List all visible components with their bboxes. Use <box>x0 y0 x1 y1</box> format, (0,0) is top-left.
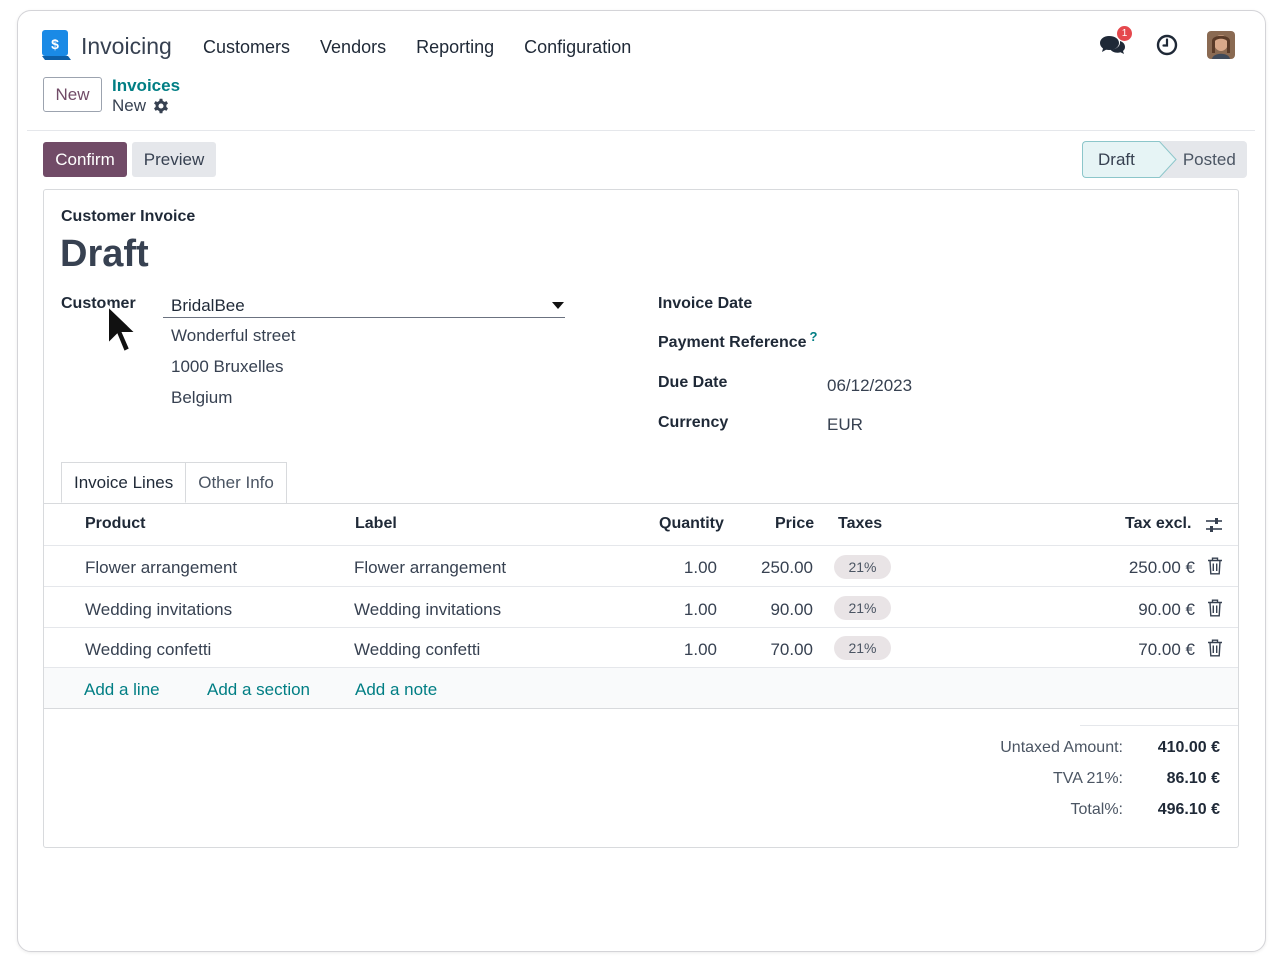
row-product[interactable]: Wedding invitations <box>85 600 232 620</box>
column-settings-icon[interactable] <box>1204 515 1224 535</box>
document-type: Customer Invoice <box>61 208 196 225</box>
chevron-down-icon[interactable] <box>552 302 564 309</box>
row-price[interactable]: 90.00 <box>770 600 813 620</box>
totals-divider <box>1080 725 1238 726</box>
row-subtotal: 250.00 € <box>1128 558 1195 577</box>
status-posted[interactable]: Posted <box>1176 141 1247 178</box>
trash-icon[interactable] <box>1207 557 1223 575</box>
breadcrumb-current-label: New <box>112 96 147 115</box>
tax-badge[interactable]: 21% <box>834 636 891 660</box>
column-product[interactable]: Product <box>85 515 145 533</box>
trash-icon[interactable] <box>1207 639 1223 657</box>
menu-customers[interactable]: Customers <box>203 37 290 58</box>
row-divider <box>44 545 1238 546</box>
tax-amount-label: TVA 21%: <box>1053 770 1123 787</box>
address-line-1: Wonderful street <box>171 326 296 345</box>
row-quantity[interactable]: 1.00 <box>684 640 717 660</box>
row-subtotal: 90.00 € <box>1138 600 1195 619</box>
customer-select[interactable]: BridalBee <box>163 294 565 318</box>
user-avatar[interactable] <box>1207 31 1235 59</box>
address-line-3: Belgium <box>171 388 233 407</box>
address-line-2: 1000 Bruxelles <box>171 357 284 376</box>
row-subtotal: 70.00 € <box>1138 640 1195 659</box>
clock-icon <box>1156 34 1178 56</box>
invoicing-app-icon[interactable]: $ <box>39 30 71 62</box>
tab-invoice-lines[interactable]: Invoice Lines <box>61 462 187 503</box>
avatar-image <box>1207 31 1235 59</box>
add-line-link[interactable]: Add a line <box>84 680 160 700</box>
breadcrumb-current: New <box>112 96 170 116</box>
row-price[interactable]: 70.00 <box>770 640 813 660</box>
menu-reporting[interactable]: Reporting <box>416 37 494 58</box>
row-product[interactable]: Wedding confetti <box>85 640 211 660</box>
column-tax-excl[interactable]: Tax excl. <box>1125 515 1191 533</box>
document-name: Draft <box>60 233 149 275</box>
total-label: Total%: <box>1070 801 1123 818</box>
help-tooltip-icon[interactable]: ? <box>810 329 818 344</box>
gear-icon[interactable] <box>152 97 170 115</box>
customer-value: BridalBee <box>171 295 245 315</box>
row-price[interactable]: 250.00 <box>761 558 813 578</box>
status-bar: Draft Posted <box>1082 141 1247 178</box>
breadcrumb-invoices[interactable]: Invoices <box>112 76 180 96</box>
confirm-button[interactable]: Confirm <box>43 142 127 177</box>
tabs-divider <box>44 503 1238 504</box>
add-note-link[interactable]: Add a note <box>355 680 437 700</box>
status-draft[interactable]: Draft <box>1082 141 1159 178</box>
due-date-label: Due Date <box>658 374 728 391</box>
activities-button[interactable] <box>1153 31 1181 59</box>
column-price[interactable]: Price <box>775 515 814 533</box>
untaxed-amount-value: 410.00 € <box>1157 739 1220 756</box>
column-label[interactable]: Label <box>355 515 397 533</box>
svg-text:$: $ <box>51 36 59 52</box>
new-button[interactable]: New <box>43 77 102 112</box>
menu-configuration[interactable]: Configuration <box>524 37 631 58</box>
row-quantity[interactable]: 1.00 <box>684 600 717 620</box>
row-label[interactable]: Flower arrangement <box>354 558 506 578</box>
row-label[interactable]: Wedding invitations <box>354 600 501 620</box>
due-date-field[interactable]: 06/12/2023 <box>827 376 912 396</box>
customer-label: Customer <box>61 295 136 312</box>
tab-other-info[interactable]: Other Info <box>186 462 287 503</box>
header-divider <box>27 130 1255 131</box>
row-divider <box>44 627 1238 628</box>
row-label[interactable]: Wedding confetti <box>354 640 480 660</box>
row-divider <box>44 586 1238 587</box>
row-product[interactable]: Flower arrangement <box>85 558 237 578</box>
preview-button[interactable]: Preview <box>132 142 216 177</box>
notebook-tabs: Invoice Lines Other Info <box>61 462 287 503</box>
payment-reference-label: Payment Reference? <box>658 329 817 352</box>
column-taxes[interactable]: Taxes <box>838 515 882 533</box>
column-quantity[interactable]: Quantity <box>659 515 724 533</box>
main-menu: Customers Vendors Reporting Configuratio… <box>203 37 631 58</box>
payment-reference-text: Payment Reference <box>658 334 807 351</box>
invoice-date-label: Invoice Date <box>658 295 753 312</box>
payment-reference-field[interactable] <box>827 334 1207 356</box>
untaxed-amount-label: Untaxed Amount: <box>1000 739 1123 756</box>
trash-icon[interactable] <box>1207 599 1223 617</box>
row-divider <box>44 708 1238 709</box>
app-title[interactable]: Invoicing <box>81 33 172 60</box>
tax-amount-value: 86.10 € <box>1166 770 1220 787</box>
add-section-link[interactable]: Add a section <box>207 680 310 700</box>
status-arrow <box>1158 141 1177 178</box>
row-quantity[interactable]: 1.00 <box>684 558 717 578</box>
total-value: 496.10 € <box>1157 801 1220 818</box>
tax-badge[interactable]: 21% <box>834 555 891 579</box>
tax-badge[interactable]: 21% <box>834 596 891 620</box>
invoice-date-field[interactable] <box>827 295 1207 317</box>
currency-field[interactable]: EUR <box>827 415 863 435</box>
systray: 1 <box>1099 25 1235 59</box>
menu-vendors[interactable]: Vendors <box>320 37 386 58</box>
messaging-button[interactable]: 1 <box>1099 25 1133 59</box>
message-count-badge: 1 <box>1116 25 1133 42</box>
currency-label: Currency <box>658 414 729 431</box>
